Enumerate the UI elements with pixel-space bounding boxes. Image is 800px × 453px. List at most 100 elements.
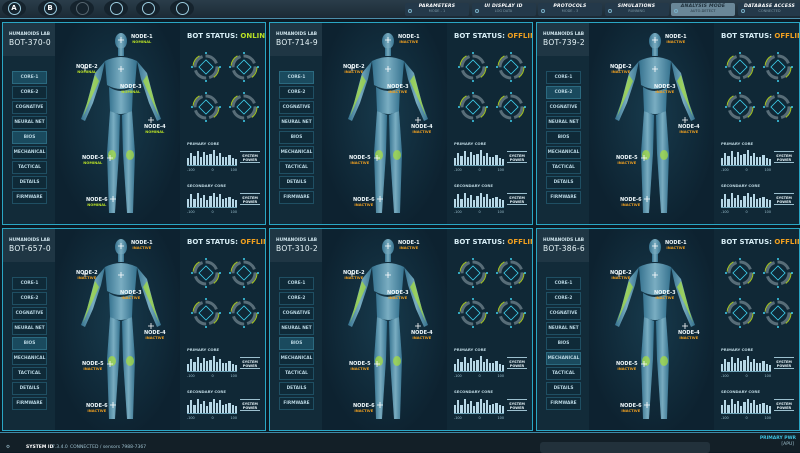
node-label[interactable]: NODE-5INACTIVE — [616, 156, 638, 166]
node-label[interactable]: NODE-1INACTIVE — [398, 241, 420, 251]
nav-bios[interactable]: BIOS — [12, 131, 47, 144]
node-label[interactable]: NODE-6INACTIVE — [353, 198, 375, 208]
nav-core-2[interactable]: CORE-2 — [279, 86, 314, 99]
system-power-button[interactable]: SYSTEM POWER — [240, 151, 260, 163]
nav-neural-net[interactable]: NEURAL NET — [12, 322, 47, 335]
node-label[interactable]: NODE-1INACTIVE — [131, 241, 153, 251]
system-power-button[interactable]: SYSTEM POWER — [507, 357, 527, 369]
nav-core-1[interactable]: CORE-1 — [279, 277, 314, 290]
nav-tactical[interactable]: TACTICAL — [546, 161, 581, 174]
nav-neural-net[interactable]: NEURAL NET — [279, 322, 314, 335]
user-button[interactable] — [70, 0, 94, 17]
system-power-button[interactable]: SYSTEM POWER — [774, 151, 794, 163]
nav-mechanical[interactable]: MECHANICAL — [12, 352, 47, 365]
node-label[interactable]: NODE-4INACTIVE — [678, 125, 700, 135]
system-power-button[interactable]: SYSTEM POWER — [507, 193, 527, 205]
nav-core-2[interactable]: CORE-2 — [279, 292, 314, 305]
system-power-button[interactable]: SYSTEM POWER — [774, 193, 794, 205]
node-label[interactable]: NODE-4INACTIVE — [411, 331, 433, 341]
nav-firmware[interactable]: FIRMWARE — [546, 397, 581, 410]
nav-firmware[interactable]: FIRMWARE — [12, 397, 47, 410]
nav-firmware[interactable]: FIRMWARE — [279, 397, 314, 410]
nav-bios[interactable]: BIOS — [546, 131, 581, 144]
nav-firmware[interactable]: FIRMWARE — [279, 191, 314, 204]
tab-parameters[interactable]: PARAMETERSMODE - 1 — [405, 3, 469, 16]
nav-core-2[interactable]: CORE-2 — [546, 86, 581, 99]
nav-cognative[interactable]: COGNATIVE — [279, 101, 314, 114]
nav-neural-net[interactable]: NEURAL NET — [546, 116, 581, 129]
node-label[interactable]: NODE-6INACTIVE — [620, 198, 642, 208]
system-power-button[interactable]: SYSTEM POWER — [507, 151, 527, 163]
nav-core-2[interactable]: CORE-2 — [12, 86, 47, 99]
node-label[interactable]: NODE-3INACTIVE — [654, 291, 676, 301]
nav-neural-net[interactable]: NEURAL NET — [12, 116, 47, 129]
nav-details[interactable]: DETAILS — [12, 176, 47, 189]
nav-mechanical[interactable]: MECHANICAL — [279, 146, 314, 159]
power-button[interactable] — [170, 0, 194, 17]
nav-cognative[interactable]: COGNATIVE — [546, 307, 581, 320]
tab-simulations[interactable]: SIMULATIONSRUNNING — [605, 3, 669, 16]
nav-details[interactable]: DETAILS — [279, 176, 314, 189]
nav-bios[interactable]: BIOS — [279, 337, 314, 350]
node-label[interactable]: NODE-2INACTIVE — [343, 271, 365, 281]
a-button-button[interactable]: A — [2, 0, 26, 17]
node-label[interactable]: NODE-2INACTIVE — [610, 271, 632, 281]
nav-core-1[interactable]: CORE-1 — [546, 71, 581, 84]
system-power-button[interactable]: SYSTEM POWER — [774, 357, 794, 369]
nav-bios[interactable]: BIOS — [546, 337, 581, 350]
nav-details[interactable]: DETAILS — [12, 382, 47, 395]
node-label[interactable]: NODE-5INACTIVE — [82, 362, 104, 372]
settings-icon[interactable]: ⚙ — [6, 445, 10, 450]
node-label[interactable]: NODE-6INACTIVE — [353, 404, 375, 414]
nav-firmware[interactable]: FIRMWARE — [12, 191, 47, 204]
nav-tactical[interactable]: TACTICAL — [279, 367, 314, 380]
nav-neural-net[interactable]: NEURAL NET — [279, 116, 314, 129]
b-button-button[interactable]: B — [38, 0, 62, 17]
node-label[interactable]: NODE-1INACTIVE — [398, 35, 420, 45]
system-power-button[interactable]: SYSTEM POWER — [507, 399, 527, 411]
nav-core-1[interactable]: CORE-1 — [279, 71, 314, 84]
tab-analysis-mode[interactable]: ANALYSIS MODEAUTO-DETECT — [671, 3, 735, 16]
node-label[interactable]: NODE-4INACTIVE — [144, 331, 166, 341]
node-label[interactable]: NODE-2INACTIVE — [343, 65, 365, 75]
tab-protocols[interactable]: PROTOCOLSMODE - 3 — [538, 3, 602, 16]
nav-bios[interactable]: BIOS — [12, 337, 47, 350]
nav-details[interactable]: DETAILS — [279, 382, 314, 395]
nav-bios[interactable]: BIOS — [279, 131, 314, 144]
node-label[interactable]: NODE-6INACTIVE — [620, 404, 642, 414]
nav-mechanical[interactable]: MECHANICAL — [546, 352, 581, 365]
node-label[interactable]: NODE-4INACTIVE — [411, 125, 433, 135]
nav-core-1[interactable]: CORE-1 — [12, 71, 47, 84]
node-label[interactable]: NODE-5INACTIVE — [349, 362, 371, 372]
dpad-button[interactable] — [104, 0, 128, 17]
node-label[interactable]: NODE-3INACTIVE — [120, 291, 142, 301]
nav-cognative[interactable]: COGNATIVE — [12, 101, 47, 114]
node-label[interactable]: NODE-1INACTIVE — [665, 35, 687, 45]
node-label[interactable]: NODE-3INACTIVE — [387, 291, 409, 301]
command-input[interactable] — [540, 442, 710, 453]
nav-details[interactable]: DETAILS — [546, 176, 581, 189]
node-label[interactable]: NODE-3INACTIVE — [387, 85, 409, 95]
nav-mechanical[interactable]: MECHANICAL — [546, 146, 581, 159]
system-power-button[interactable]: SYSTEM POWER — [240, 193, 260, 205]
nav-tactical[interactable]: TACTICAL — [12, 367, 47, 380]
system-power-button[interactable]: SYSTEM POWER — [774, 399, 794, 411]
node-label[interactable]: NODE-1NOMINAL — [131, 35, 153, 45]
nav-core-1[interactable]: CORE-1 — [546, 277, 581, 290]
nav-cognative[interactable]: COGNATIVE — [546, 101, 581, 114]
system-power-button[interactable]: SYSTEM POWER — [240, 399, 260, 411]
node-label[interactable]: NODE-2INACTIVE — [610, 65, 632, 75]
nav-cognative[interactable]: COGNATIVE — [279, 307, 314, 320]
node-label[interactable]: NODE-1INACTIVE — [665, 241, 687, 251]
node-label[interactable]: NODE-5INACTIVE — [349, 156, 371, 166]
nav-details[interactable]: DETAILS — [546, 382, 581, 395]
nav-firmware[interactable]: FIRMWARE — [546, 191, 581, 204]
nav-core-2[interactable]: CORE-2 — [12, 292, 47, 305]
node-label[interactable]: NODE-3NOMINAL — [120, 85, 142, 95]
nav-neural-net[interactable]: NEURAL NET — [546, 322, 581, 335]
node-label[interactable]: NODE-4NOMINAL — [144, 125, 166, 135]
nav-core-2[interactable]: CORE-2 — [546, 292, 581, 305]
node-label[interactable]: NODE-6INACTIVE — [86, 404, 108, 414]
nav-tactical[interactable]: TACTICAL — [12, 161, 47, 174]
node-label[interactable]: NODE-2INACTIVE — [76, 271, 98, 281]
